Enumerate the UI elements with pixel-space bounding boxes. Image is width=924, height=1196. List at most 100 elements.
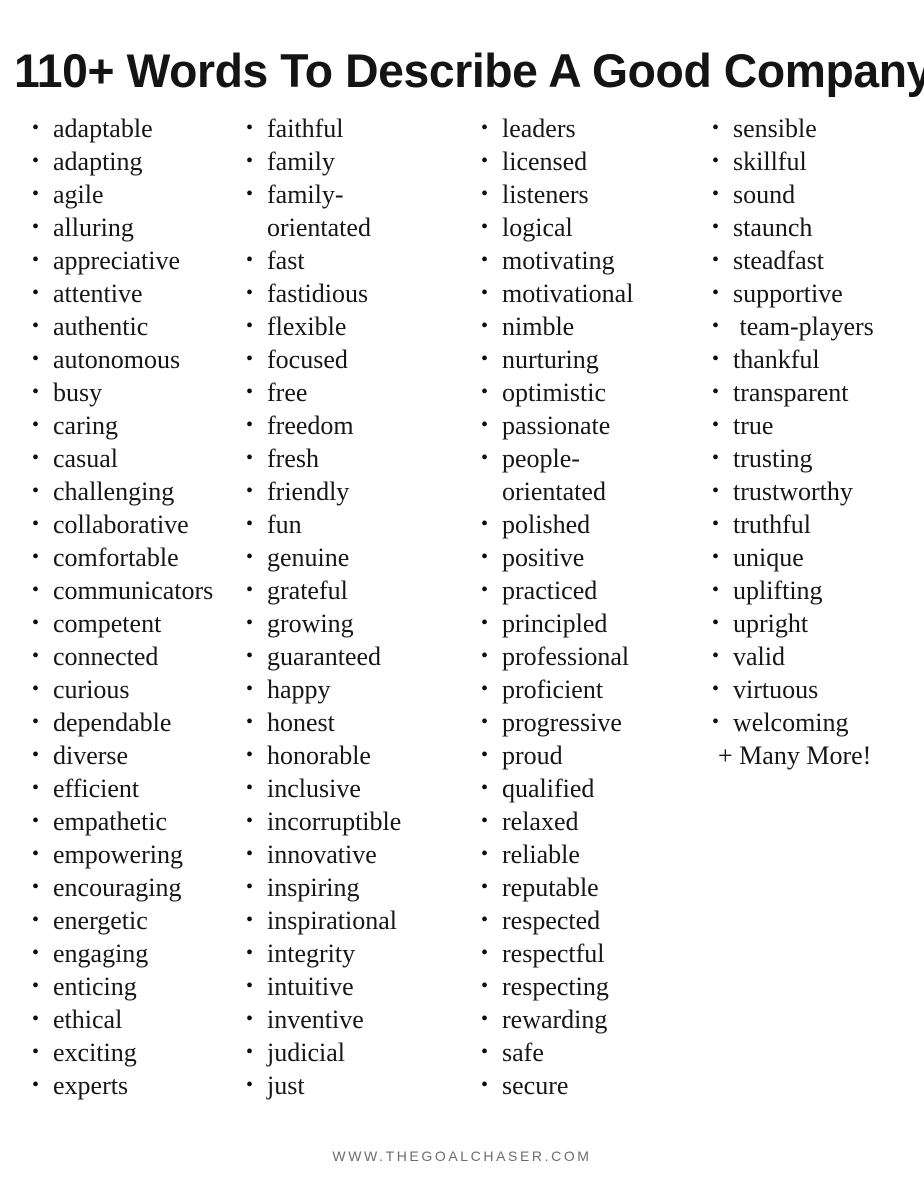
list-item: incorruptible (244, 805, 467, 838)
list-item: trusting (710, 442, 924, 475)
page-title: 110+ Words To Describe A Good Company (14, 44, 924, 98)
list-item: happy (244, 673, 467, 706)
list-item: growing (244, 607, 467, 640)
list-item: attentive (30, 277, 232, 310)
list-item: energetic (30, 904, 232, 937)
list-item: encouraging (30, 871, 232, 904)
list-item: honest (244, 706, 467, 739)
list-item: uplifting (710, 574, 924, 607)
list-item: inclusive (244, 772, 467, 805)
word-list-4: sensible skillful sound staunch steadfas… (710, 112, 924, 739)
list-item: faithful (244, 112, 467, 145)
list-item: steadfast (710, 244, 924, 277)
list-item: flexible (244, 310, 467, 343)
word-list-1: adaptable adapting agile alluring apprec… (30, 112, 232, 1102)
list-item: skillful (710, 145, 924, 178)
list-item: free (244, 376, 467, 409)
list-item: empathetic (30, 805, 232, 838)
list-item: comfortable (30, 541, 232, 574)
list-item: staunch (710, 211, 924, 244)
list-item: upright (710, 607, 924, 640)
list-item: busy (30, 376, 232, 409)
list-item: team-players (710, 310, 924, 343)
list-item: secure (479, 1069, 698, 1102)
list-item: relaxed (479, 805, 698, 838)
list-item: valid (710, 640, 924, 673)
list-item: motivational (479, 277, 698, 310)
word-column-1: adaptable adapting agile alluring apprec… (0, 112, 232, 1102)
list-item: rewarding (479, 1003, 698, 1036)
list-item: motivating (479, 244, 698, 277)
list-item: collaborative (30, 508, 232, 541)
list-item: honorable (244, 739, 467, 772)
list-item: respecting (479, 970, 698, 1003)
list-item: enticing (30, 970, 232, 1003)
list-item: true (710, 409, 924, 442)
list-item: truthful (710, 508, 924, 541)
list-item: integrity (244, 937, 467, 970)
list-item: innovative (244, 838, 467, 871)
list-item: positive (479, 541, 698, 574)
list-item: agile (30, 178, 232, 211)
word-column-2: faithful family family-orientated fast f… (232, 112, 467, 1102)
list-item: caring (30, 409, 232, 442)
list-item: guaranteed (244, 640, 467, 673)
list-item: friendly (244, 475, 467, 508)
list-item: fresh (244, 442, 467, 475)
list-item: alluring (30, 211, 232, 244)
list-item: leaders (479, 112, 698, 145)
list-item: reliable (479, 838, 698, 871)
list-item: focused (244, 343, 467, 376)
list-item: curious (30, 673, 232, 706)
list-item: just (244, 1069, 467, 1102)
word-column-4: sensible skillful sound staunch steadfas… (698, 112, 924, 772)
list-item: inspirational (244, 904, 467, 937)
list-item: appreciative (30, 244, 232, 277)
list-item: dependable (30, 706, 232, 739)
list-item: practiced (479, 574, 698, 607)
list-item: transparent (710, 376, 924, 409)
list-item: fast (244, 244, 467, 277)
list-item: engaging (30, 937, 232, 970)
list-item: sound (710, 178, 924, 211)
list-item: autonomous (30, 343, 232, 376)
word-list-2: faithful family family-orientated fast f… (244, 112, 467, 1102)
list-item: qualified (479, 772, 698, 805)
list-item: fastidious (244, 277, 467, 310)
list-item: proficient (479, 673, 698, 706)
list-item: judicial (244, 1036, 467, 1069)
word-column-3: leaders licensed listeners logical motiv… (467, 112, 698, 1102)
list-item: exciting (30, 1036, 232, 1069)
list-item: supportive (710, 277, 924, 310)
many-more-note: + Many More! (718, 741, 872, 770)
list-item: genuine (244, 541, 467, 574)
list-item: safe (479, 1036, 698, 1069)
list-item: nurturing (479, 343, 698, 376)
list-item: family (244, 145, 467, 178)
list-item: licensed (479, 145, 698, 178)
footer-site-url: WWW.THEGOALCHASER.COM (332, 1148, 592, 1164)
list-item: unique (710, 541, 924, 574)
list-item: listeners (479, 178, 698, 211)
list-item: inspiring (244, 871, 467, 904)
list-item: nimble (479, 310, 698, 343)
list-item: experts (30, 1069, 232, 1102)
list-item: passionate (479, 409, 698, 442)
list-item: principled (479, 607, 698, 640)
list-item: proud (479, 739, 698, 772)
list-item: diverse (30, 739, 232, 772)
list-item: authentic (30, 310, 232, 343)
list-item: competent (30, 607, 232, 640)
list-item: efficient (30, 772, 232, 805)
list-item: connected (30, 640, 232, 673)
list-item: casual (30, 442, 232, 475)
list-item: people-orientated (479, 442, 662, 508)
list-item: inventive (244, 1003, 467, 1036)
list-item: logical (479, 211, 698, 244)
list-item: progressive (479, 706, 698, 739)
list-item: adapting (30, 145, 232, 178)
word-columns: adaptable adapting agile alluring apprec… (0, 112, 924, 1112)
list-item: welcoming (710, 706, 924, 739)
list-item: intuitive (244, 970, 467, 1003)
list-item: adaptable (30, 112, 232, 145)
